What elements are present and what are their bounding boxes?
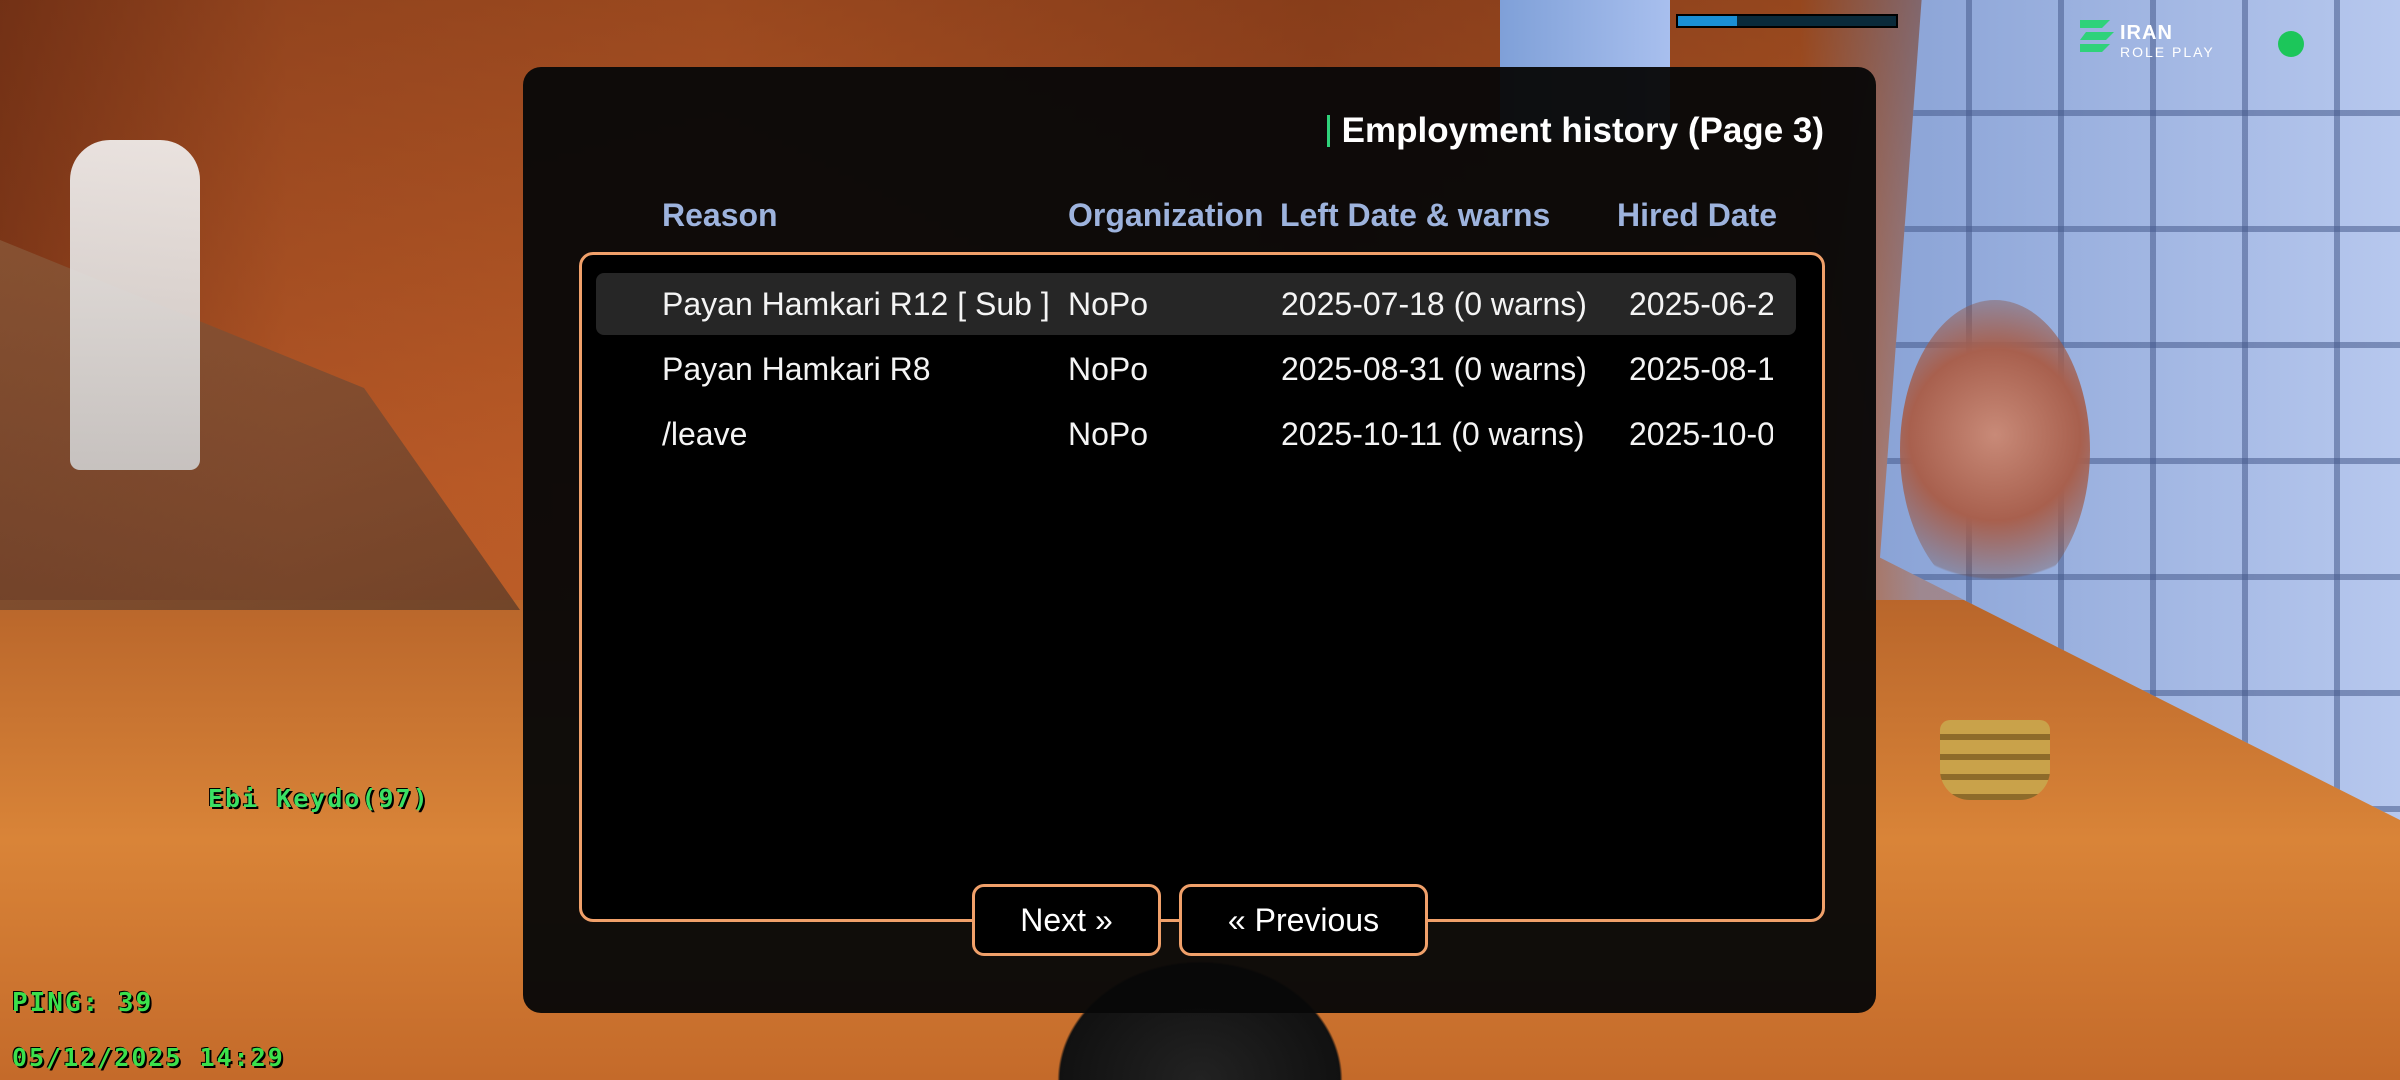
cell-left-date: 2025-07-18 (0 warns) <box>1281 286 1587 322</box>
logo-text-primary: IRAN <box>2120 22 2173 44</box>
next-page-button[interactable]: Next » <box>972 884 1161 956</box>
table-row[interactable]: Payan Hamkari R8 NoPo 2025-08-31 (0 warn… <box>596 338 1796 400</box>
server-logo-icon <box>2080 20 2114 52</box>
date-time-readout: 05/12/2025 14:29 <box>12 1043 285 1072</box>
previous-page-button[interactable]: « Previous <box>1179 884 1428 956</box>
cell-reason: Payan Hamkari R12 [ Sub ] <box>662 286 1050 322</box>
cell-hired-date: 2025-08-1 <box>1629 351 1773 387</box>
status-dot-icon <box>2278 31 2304 57</box>
cell-organization: NoPo <box>1068 286 1149 322</box>
player-nametag: Ebi Keydo(97) <box>208 784 430 813</box>
column-header-hired-date: Hired Date <box>1617 197 1778 233</box>
cell-reason: Payan Hamkari R8 <box>662 351 931 387</box>
table-row[interactable]: Payan Hamkari R12 [ Sub ] NoPo 2025-07-1… <box>596 273 1796 335</box>
cell-organization: NoPo <box>1068 416 1149 452</box>
cell-left-date: 2025-08-31 (0 warns) <box>1281 351 1587 387</box>
history-table[interactable]: Payan Hamkari R12 [ Sub ] NoPo 2025-07-1… <box>579 252 1825 922</box>
game-potted-plant <box>1900 300 2090 800</box>
hud-progress-fill <box>1678 16 1737 26</box>
column-header-reason: Reason <box>662 197 778 233</box>
logo-text-secondary: ROLE PLAY <box>2120 44 2215 60</box>
cell-left-date: 2025-10-11 (0 warns) <box>1281 416 1585 452</box>
dialog-header: Employment history (Page 3) <box>1326 103 1824 159</box>
table-row[interactable]: /leave NoPo 2025-10-11 (0 warns) 2025-10… <box>596 403 1796 465</box>
cell-organization: NoPo <box>1068 351 1149 387</box>
cell-reason: /leave <box>662 416 748 452</box>
column-header-left-date: Left Date & warns <box>1280 197 1551 233</box>
employment-history-dialog: Employment history (Page 3) Reason Organ… <box>523 67 1876 1013</box>
cell-hired-date: 2025-06-2 <box>1629 286 1773 322</box>
title-accent-bar <box>1326 115 1330 147</box>
cell-hired-date: 2025-10-0 <box>1629 416 1773 452</box>
game-statue <box>70 140 200 470</box>
column-header-organization: Organization <box>1068 197 1264 233</box>
dialog-title: Employment history (Page 3) <box>1341 111 1824 150</box>
hud-progress-bar <box>1676 14 1898 28</box>
ping-readout: PING: 39 <box>12 988 154 1018</box>
server-logo: IRAN ROLE PLAY <box>2076 16 2226 66</box>
